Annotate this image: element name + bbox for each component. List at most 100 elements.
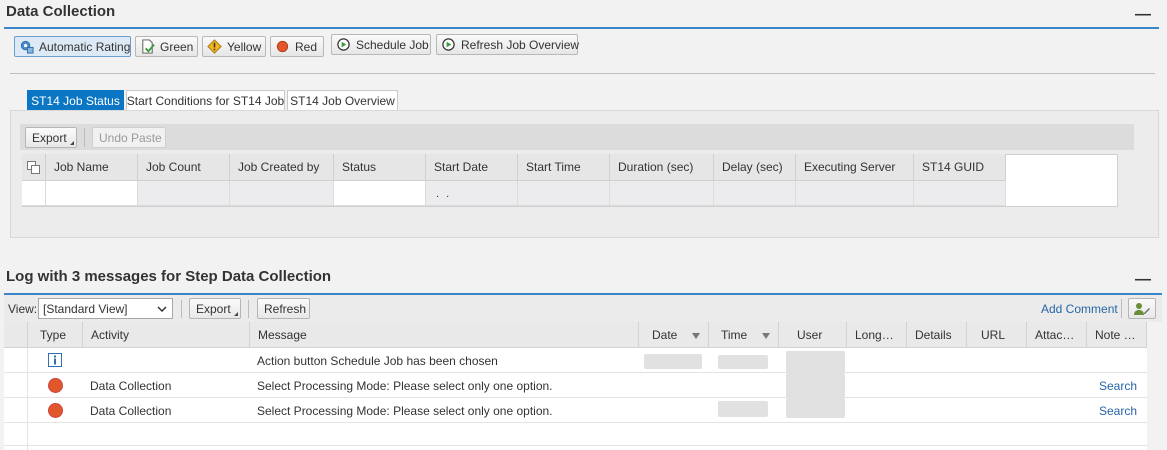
col-job-count[interactable]: Job Count [138,154,230,181]
select-all-cell[interactable] [22,154,46,181]
log-message: Select Processing Mode: Please select on… [257,379,553,393]
note-search-link[interactable]: Search [1099,379,1137,393]
col-start-time[interactable]: Start Time [518,154,610,181]
dropdown-arrow-icon [234,312,238,316]
log-export-button[interactable]: Export [189,298,241,319]
col-activity[interactable]: Activity [83,322,250,348]
col-long-text[interactable]: Long… [847,322,907,348]
log-activity: Data Collection [90,379,172,393]
toolbar-separator [84,128,85,147]
section-title-data-collection: Data Collection [6,3,116,20]
cell-executing-server [796,181,914,206]
cell-status[interactable] [334,181,426,206]
col-start-date[interactable]: Start Date [426,154,518,181]
add-comment-link[interactable]: Add Comment [1041,302,1118,316]
green-button[interactable]: Green [135,36,198,57]
cell-duration [610,181,714,206]
log-select-all[interactable] [4,322,28,348]
col-job-name[interactable]: Job Name [46,154,138,181]
section-divider [4,27,1159,29]
log-toolbar [4,295,1162,322]
schedule-job-label: Schedule Job [356,37,429,52]
refresh-job-overview-label: Refresh Job Overview [461,37,580,52]
col-duration[interactable]: Duration (sec) [610,154,714,181]
cell-st14-guid [914,181,1006,206]
filter-icon [762,333,770,339]
col-date[interactable]: Date [639,322,709,348]
export-button[interactable]: Export [25,127,77,148]
refresh-job-icon [441,37,456,53]
refresh-job-overview-button[interactable]: Refresh Job Overview [436,34,580,55]
log-row[interactable]: Data Collection Select Processing Mode: … [4,398,1147,423]
col-job-created-by[interactable]: Job Created by [230,154,334,181]
chevron-down-icon [157,306,167,312]
schedule-icon [336,37,351,53]
view-select-value: [Standard View] [43,301,128,316]
col-user[interactable]: User [779,322,847,348]
log-activity: Data Collection [90,404,172,418]
note-search-link[interactable]: Search [1099,404,1137,418]
red-label: Red [295,39,318,54]
time-value-redacted [718,401,768,417]
export-label: Export [32,130,67,145]
col-delay[interactable]: Delay (sec) [714,154,796,181]
filter-icon [692,333,700,339]
info-icon [48,353,62,367]
warning-icon [207,39,222,55]
col-time[interactable]: Time [709,322,779,348]
col-status[interactable]: Status [334,154,426,181]
cell-start-date: . . [426,181,518,206]
col-executing-server[interactable]: Executing Server [796,154,914,181]
grid-toolbar [20,124,1134,150]
col-message[interactable]: Message [250,322,639,348]
minimize-data-collection-button[interactable]: — [1135,7,1151,23]
col-note[interactable]: Note … [1087,322,1147,348]
undo-paste-button[interactable]: Undo Paste [92,127,166,148]
col-type[interactable]: Type [28,322,83,348]
cell-delay [714,181,796,206]
log-row-empty [4,423,1147,450]
personalize-button[interactable] [1128,298,1156,319]
automatic-rating-label: Automatic Rating [39,39,131,54]
row-selector[interactable] [4,373,28,398]
col-time-label: Time [721,327,748,342]
time-value-redacted [718,355,768,369]
cell-job-name[interactable] [46,181,138,206]
document-check-icon [140,39,155,55]
cell-start-time [518,181,610,206]
log-row[interactable]: Data Collection Select Processing Mode: … [4,373,1147,398]
refresh-button[interactable]: Refresh [257,298,310,319]
gear-rating-icon [19,39,34,55]
automatic-rating-button[interactable]: Automatic Rating [14,36,131,57]
log-row[interactable]: Action button Schedule Job has been chos… [4,348,1147,373]
error-icon [49,404,62,417]
toolbar-separator [181,300,182,318]
tab-st14-job-overview[interactable]: ST14 Job Overview [287,90,398,111]
yellow-label: Yellow [227,39,262,54]
col-url[interactable]: URL [967,322,1027,348]
tab-st14-job-status[interactable]: ST14 Job Status [27,90,124,111]
cell-job-created-by [230,181,334,206]
col-attachments[interactable]: Attac… [1027,322,1087,348]
row-selector[interactable] [22,181,46,206]
error-icon [49,379,62,392]
view-select[interactable]: [Standard View] [38,298,173,319]
row-divider [4,445,1147,446]
user-value-redacted [786,398,845,418]
row-selector[interactable] [4,398,28,423]
schedule-job-button[interactable]: Schedule Job [331,34,431,55]
yellow-button[interactable]: Yellow [202,36,266,57]
tab-start-conditions[interactable]: Start Conditions for ST14 Job [126,90,285,111]
red-button[interactable]: Red [270,36,324,57]
user-value-redacted [786,373,845,398]
green-label: Green [160,39,194,54]
col-st14-guid[interactable]: ST14 GUID [914,154,1006,181]
col-details[interactable]: Details [907,322,967,348]
col-date-label: Date [652,327,678,342]
select-all-icon [27,160,40,174]
section-title-log: Log with 3 messages for Step Data Collec… [6,268,332,285]
minimize-log-button[interactable]: — [1135,272,1151,288]
row-selector[interactable] [4,348,28,373]
toolbar-separator [248,300,249,318]
user-value-redacted [786,351,845,373]
